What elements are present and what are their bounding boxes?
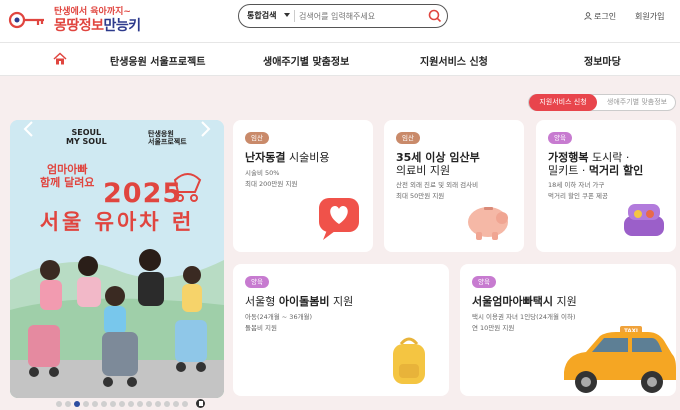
- logo-title-a: 몽땅정보: [54, 18, 104, 34]
- card-desc-line: 최대 200만원 지원: [245, 180, 298, 188]
- key-logo-icon: [8, 11, 44, 29]
- search-divider: [294, 10, 295, 22]
- card-title: 35세 이상 임산부: [396, 151, 480, 165]
- card-title-bold: 난자동결: [245, 151, 286, 164]
- backpack-icon: [393, 337, 425, 384]
- carousel-dot[interactable]: [56, 401, 62, 407]
- birth-project-logo: 탄생응원 서울프로젝트: [148, 130, 187, 146]
- carousel-dot[interactable]: [173, 401, 179, 407]
- main-nav: 탄생응원 서울프로젝트 생애주기별 맞춤정보 지원서비스 신청 정보마당: [0, 42, 680, 76]
- promo-banner[interactable]: SEOUL MY SOUL 탄생응원 서울프로젝트 엄마아빠 함께 달려요 20…: [10, 120, 224, 398]
- login-link[interactable]: 로그인: [584, 11, 616, 22]
- nav-item-lifecycle-info[interactable]: 생애주기별 맞춤정보: [263, 53, 349, 68]
- toggle-lifecycle-info[interactable]: 생애주기별 맞춤정보: [599, 95, 675, 110]
- card-tag: 양육: [472, 276, 496, 288]
- card-tag: 양육: [548, 132, 572, 144]
- site-logo[interactable]: 탄생에서 육아까지~ 몽땅정보만능키: [8, 3, 158, 37]
- card-title: 서울엄마아빠택시 지원: [472, 295, 577, 309]
- user-icon: [584, 12, 592, 20]
- taxi-icon: TAXI: [564, 326, 676, 393]
- seoul-my-soul-logo: SEOUL MY SOUL: [66, 128, 107, 146]
- card-title-rest: 도시락 ·: [588, 151, 630, 164]
- carousel-dot[interactable]: [92, 401, 98, 407]
- carousel-dot[interactable]: [182, 401, 188, 407]
- carousel-dot[interactable]: [101, 401, 107, 407]
- carousel-dot[interactable]: [65, 401, 71, 407]
- card-title-bold: 가정행복: [548, 151, 589, 164]
- pause-icon[interactable]: [196, 399, 205, 408]
- carousel-dot[interactable]: [119, 401, 125, 407]
- card-pregnant-medical[interactable]: 임산 35세 이상 임산부 의료비 지원 산전 외래 진료 및 외래 검사비 최…: [384, 120, 524, 252]
- carousel-dot[interactable]: [164, 401, 170, 407]
- card-tag: 임산: [245, 132, 269, 144]
- nav-item-service-apply[interactable]: 지원서비스 신청: [420, 53, 488, 68]
- card-desc-line: 최대 50만원 지원: [396, 192, 445, 200]
- carousel-dot[interactable]: [137, 401, 143, 407]
- lunchbox-icon: [624, 204, 664, 236]
- card-desc-line: 먹거리 할인 쿠폰 제공: [548, 192, 609, 200]
- banner-logo-right-text: 탄생응원 서울프로젝트: [148, 130, 187, 146]
- card-desc-line: 산전 외래 진료 및 외래 검사비: [396, 181, 479, 189]
- banner-title: 서울 유아차 런: [39, 210, 195, 234]
- search-category-select[interactable]: 통합검색: [247, 10, 276, 21]
- card-title: 난자동결 시술비용: [245, 151, 329, 165]
- card-desc-line: 아동(24개월 ~ 36개월): [245, 313, 313, 321]
- heart-bubble-icon: [319, 198, 359, 240]
- chevron-left-icon[interactable]: [22, 120, 36, 138]
- card-meal-discount[interactable]: 양육 가정행복 도시락 · 밀키트 · 먹거리 할인 18세 이하 자녀 가구 …: [536, 120, 676, 252]
- card-title-bold: 서울엄마아빠택시: [472, 295, 553, 308]
- view-toggle: 지원서비스 신청 생애주기별 맞춤정보: [528, 94, 676, 111]
- search-icon[interactable]: [427, 8, 443, 24]
- card-egg-freezing[interactable]: 임산 난자동결 시술비용 시술비 50% 최대 200만원 지원: [233, 120, 373, 252]
- card-title-line2-b: 먹거리 할인: [588, 164, 644, 177]
- search-bar: 통합검색: [238, 4, 448, 28]
- chevron-down-icon: [284, 13, 290, 17]
- card-tag: 임산: [396, 132, 420, 144]
- card-title-line2: 밀키트 · 먹거리 할인: [548, 164, 643, 178]
- banner-logo-left-text: SEOUL MY SOUL: [66, 128, 107, 146]
- carousel-dot[interactable]: [155, 401, 161, 407]
- carousel-dot[interactable]: [83, 401, 89, 407]
- card-childcare-support[interactable]: 양육 서울형 아이돌봄비 지원 아동(24개월 ~ 36개월) 돌봄비 지원: [233, 264, 449, 396]
- card-desc-line: 시술비 50%: [245, 169, 280, 177]
- card-title-rest: 시술비용: [285, 151, 330, 164]
- card-desc-line: 연 10만원 지원: [472, 324, 515, 332]
- card-title-rest: 지원: [329, 295, 354, 308]
- chevron-right-icon[interactable]: [198, 120, 212, 138]
- card-title-a: 서울형: [245, 295, 279, 308]
- card-desc-line: 돌봄비 지원: [245, 324, 277, 332]
- card-tag: 양육: [245, 276, 269, 288]
- nav-item-info-plaza[interactable]: 정보마당: [584, 53, 621, 68]
- carousel-dot[interactable]: [146, 401, 152, 407]
- card-parent-taxi[interactable]: 양육 서울엄마아빠택시 지원 택시 이용권 자녀 1인당(24개월 이하) 연 …: [460, 264, 676, 396]
- login-label: 로그인: [594, 12, 617, 21]
- card-title-line2-a: 밀키트 ·: [548, 164, 589, 177]
- home-icon[interactable]: [53, 52, 67, 66]
- card-title-line2: 의료비 지원: [396, 164, 451, 177]
- piggy-bank-icon: [468, 207, 508, 240]
- card-title-bold: 아이돌봄비: [278, 295, 330, 308]
- search-input[interactable]: [299, 8, 419, 24]
- card-desc-line: 택시 이용권 자녀 1인당(24개월 이하): [472, 313, 576, 321]
- logo-title-b: 만능키: [103, 18, 142, 34]
- carousel-dot[interactable]: [110, 401, 116, 407]
- banner-year: 2025: [103, 178, 183, 209]
- header: 탄생에서 육아까지~ 몽땅정보만능키 통합검색 로그인 회원가입: [0, 0, 680, 42]
- banner-subtitle: 엄마아빠 함께 달려요: [40, 163, 95, 189]
- card-desc-line: 18세 이하 자녀 가구: [548, 181, 605, 189]
- logo-title: 몽땅정보만능키: [54, 15, 141, 35]
- nav-item-birth-project[interactable]: 탄생응원 서울프로젝트: [110, 53, 205, 68]
- main-content: 지원서비스 신청 생애주기별 맞춤정보 SEOUL MY SOUL 탄생응원 서…: [0, 76, 680, 410]
- carousel-dot[interactable]: [128, 401, 134, 407]
- carousel-dot[interactable]: [74, 401, 80, 407]
- card-title-rest: 지원: [552, 295, 577, 308]
- toggle-service-apply[interactable]: 지원서비스 신청: [529, 94, 597, 111]
- join-link[interactable]: 회원가입: [635, 11, 664, 22]
- card-title-bold: 35세 이상 임산부: [396, 151, 480, 164]
- card-title: 가정행복 도시락 ·: [548, 151, 629, 165]
- banner-illustration: [10, 120, 224, 398]
- card-title: 서울형 아이돌봄비 지원: [245, 295, 353, 309]
